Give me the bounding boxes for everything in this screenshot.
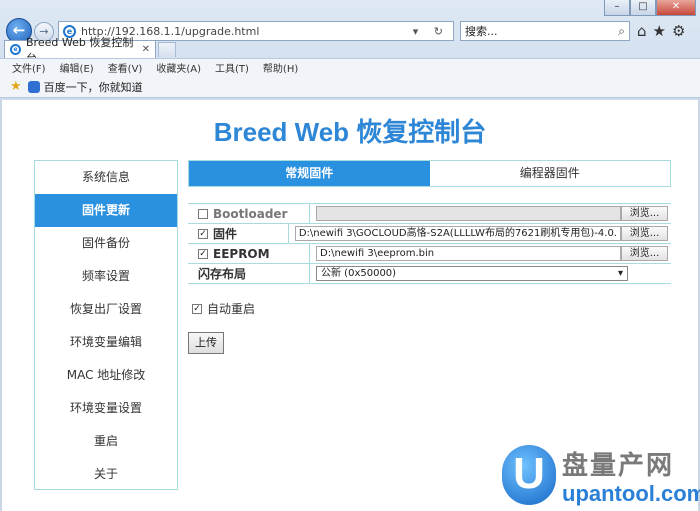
upload-button[interactable]: 上传 [188,332,224,354]
sidebar-item-about[interactable]: 关于 [35,458,177,491]
tab-close-icon[interactable]: ✕ [142,44,150,55]
firmware-input-cell: D:\newifi 3\GOCLOUD高恪-S2A(LLLLW布局的7621刷机… [289,224,671,243]
sidebar-item-mac[interactable]: MAC 地址修改 [35,359,177,392]
baidu-icon [27,80,40,93]
row-bootloader: Bootloader 浏览... [188,204,671,224]
sidebar-item-firmware-update[interactable]: 固件更新 [35,194,177,227]
flash-layout-input-cell: 公新 (0x50000) ▾ [310,264,671,283]
eeprom-label-cell: ✓ EEPROM [188,244,310,263]
chevron-down-icon: ▾ [617,268,623,279]
bootloader-checkbox[interactable] [198,208,208,219]
menu-view[interactable]: 查看(V) [108,60,143,75]
sidebar-item-reboot[interactable]: 重启 [35,425,177,458]
maximize-button[interactable]: □ [630,0,656,16]
new-tab-button[interactable] [158,42,176,57]
watermark-en-text: upantool.com [562,481,700,506]
firmware-label-cell: ✓ 固件 [188,224,289,243]
tab-row: e Breed Web 恢复控制台 ✕ [0,36,700,65]
watermark-u-icon: U [502,445,556,505]
firmware-file-input[interactable]: D:\newifi 3\GOCLOUD高恪-S2A(LLLLW布局的7621刷机… [294,226,621,241]
minimize-button[interactable]: – [604,0,630,16]
sidebar-item-frequency[interactable]: 频率设置 [35,260,177,293]
bootloader-input-cell: 浏览... [310,204,671,223]
sidebar-item-env-edit[interactable]: 环境变量编辑 [35,326,177,359]
favorites-item-baidu[interactable]: 百度一下，你就知道 [44,79,143,95]
bootloader-file-input[interactable] [316,206,621,221]
browser-chrome: – □ ✕ ← → e http://192.168.1.1/upgrade.h… [0,0,700,100]
firmware-tabs: 常规固件 编程器固件 [188,160,671,187]
row-flash-layout: 闪存布局 公新 (0x50000) ▾ [188,264,671,284]
page-title: Breed Web 恢复控制台 [213,117,487,147]
address-tools-icon[interactable]: ▾ ↻ [413,25,449,38]
flash-layout-label: 闪存布局 [198,267,247,281]
auto-reboot[interactable]: ✓ 自动重启 [192,300,255,317]
flash-layout-select[interactable]: 公新 (0x50000) ▾ [316,266,628,281]
firmware-label: 固件 [213,227,238,241]
close-window-button[interactable]: ✕ [656,0,696,16]
eeprom-input-cell: D:\newifi 3\eeprom.bin 浏览... [310,244,671,263]
eeprom-label: EEPROM [213,246,270,261]
window-controls: – □ ✕ [604,0,696,16]
browser-tab[interactable]: e Breed Web 恢复控制台 ✕ [4,36,156,65]
firmware-browse-button[interactable]: 浏览... [621,226,668,241]
auto-reboot-label: 自动重启 [207,302,256,316]
eeprom-checkbox[interactable]: ✓ [198,248,208,259]
firmware-checkbox[interactable]: ✓ [198,228,208,239]
upgrade-form: Bootloader 浏览... ✓ 固件 D:\newifi 3\GOCLOU… [188,203,671,284]
sidebar: 系统信息 固件更新 固件备份 频率设置 恢复出厂设置 环境变量编辑 MAC 地址… [34,160,178,490]
flash-layout-selected: 公新 (0x50000) [321,268,397,279]
eeprom-browse-button[interactable]: 浏览... [621,246,668,261]
eeprom-file-input[interactable]: D:\newifi 3\eeprom.bin [316,246,621,261]
sidebar-item-factory-reset[interactable]: 恢复出厂设置 [35,293,177,326]
bootloader-label-cell: Bootloader [188,204,310,223]
tab-programmer-firmware[interactable]: 编程器固件 [430,161,671,186]
tab-regular-firmware[interactable]: 常规固件 [189,161,430,186]
bootloader-browse-button[interactable]: 浏览... [621,206,668,221]
row-eeprom: ✓ EEPROM D:\newifi 3\eeprom.bin 浏览... [188,244,671,264]
search-icon[interactable]: ⌕ [618,24,625,39]
menu-favorites[interactable]: 收藏夹(A) [156,60,201,75]
search-input[interactable]: 搜索... [465,23,618,39]
bootloader-label: Bootloader [213,206,288,221]
favorites-bar: ★ 百度一下，你就知道 [0,76,700,98]
watermark-logo: U 盘量产网 upantool.com [498,443,700,511]
sidebar-item-env-settings[interactable]: 环境变量设置 [35,392,177,425]
menu-bar: 文件(F) 编辑(E) 查看(V) 收藏夹(A) 工具(T) 帮助(H) [0,58,700,76]
row-firmware: ✓ 固件 D:\newifi 3\GOCLOUD高恪-S2A(LLLLW布局的7… [188,224,671,244]
sidebar-item-firmware-backup[interactable]: 固件备份 [35,227,177,260]
menu-help[interactable]: 帮助(H) [263,60,298,75]
tab-ie-icon: e [10,44,21,55]
favorites-star-icon[interactable]: ★ [10,79,22,94]
menu-edit[interactable]: 编辑(E) [60,60,94,75]
sidebar-item-system-info[interactable]: 系统信息 [35,161,177,194]
auto-reboot-checkbox[interactable]: ✓ [192,303,202,314]
flash-layout-label-cell: 闪存布局 [188,264,310,283]
menu-file[interactable]: 文件(F) [12,60,46,75]
watermark-cn-text: 盘量产网 [562,451,675,481]
menu-tools[interactable]: 工具(T) [215,60,249,75]
